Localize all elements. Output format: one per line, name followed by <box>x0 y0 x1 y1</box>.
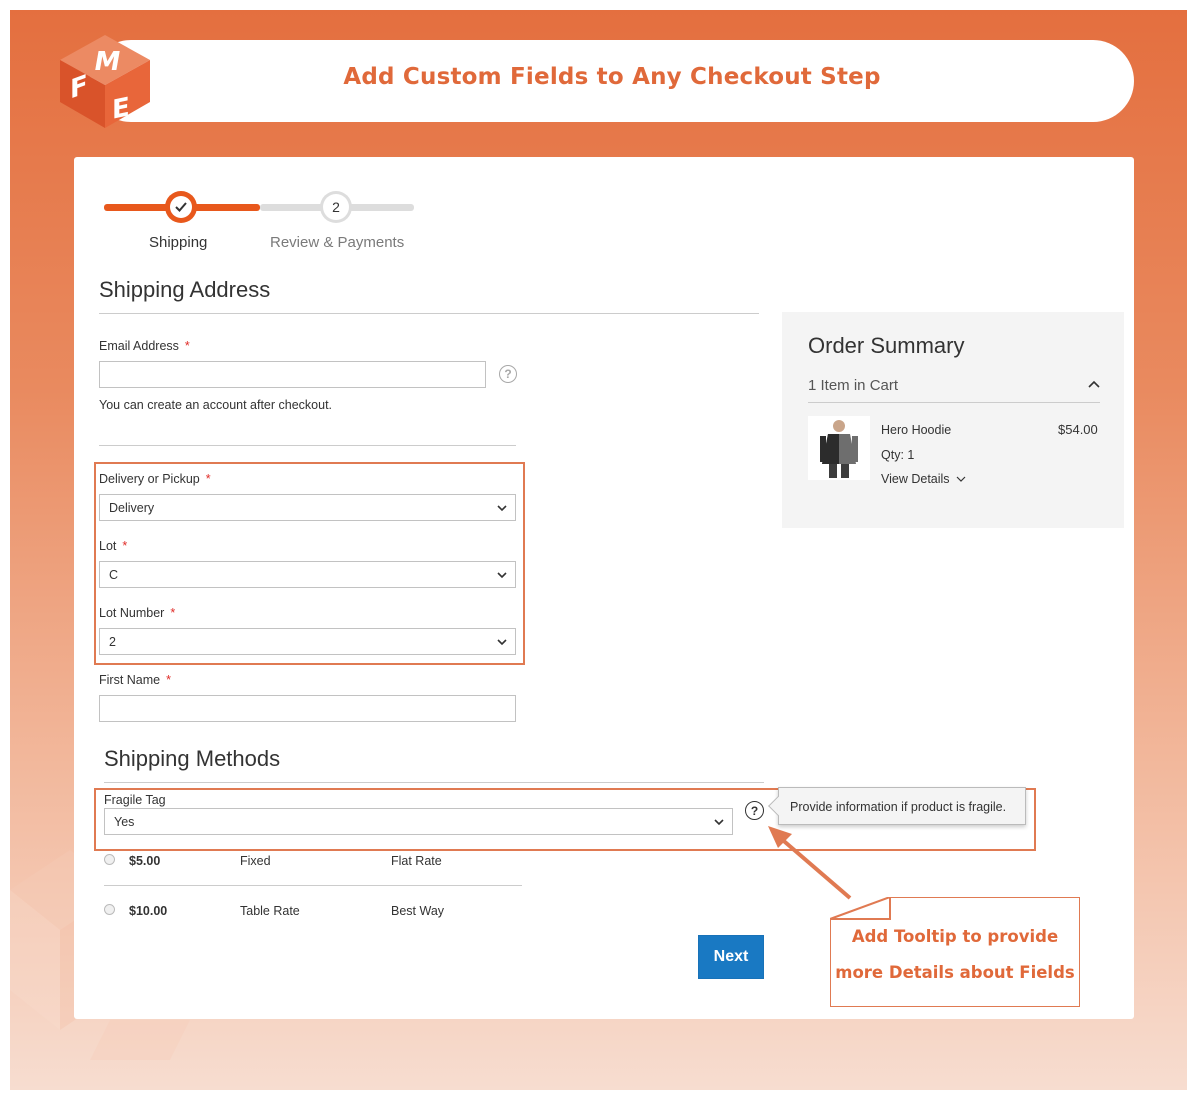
lot-number-value: 2 <box>109 635 116 649</box>
step-number: 2 <box>323 194 349 220</box>
chevron-down-icon <box>497 572 507 579</box>
next-button[interactable]: Next <box>698 935 764 979</box>
help-icon[interactable]: ? <box>745 801 764 820</box>
callout-line-2: more Details about Fields <box>835 963 1075 982</box>
shipping-address-title: Shipping Address <box>99 277 271 302</box>
shipping-methods-title: Shipping Methods <box>104 746 281 771</box>
tooltip-callout: Add Tooltip to provide more Details abou… <box>830 897 1080 1007</box>
first-name-label: First Name * <box>99 673 171 687</box>
summary-divider <box>808 402 1100 403</box>
view-details-label: View Details <box>881 472 950 486</box>
email-field[interactable] <box>99 361 486 388</box>
lot-label: Lot * <box>99 539 128 553</box>
step-label-shipping[interactable]: Shipping <box>149 234 207 251</box>
rate-price: $5.00 <box>129 854 161 868</box>
rate-radio[interactable] <box>104 854 115 865</box>
step-shipping-marker[interactable] <box>165 191 197 223</box>
delivery-label: Delivery or Pickup * <box>99 472 211 486</box>
section-divider <box>99 313 759 314</box>
lot-number-select[interactable]: 2 <box>99 628 516 655</box>
product-qty: Qty: 1 <box>881 448 915 462</box>
email-label: Email Address * <box>99 339 190 353</box>
banner-title: Add Custom Fields to Any Checkout Step <box>343 64 881 90</box>
order-summary-title: Order Summary <box>808 333 965 358</box>
fragile-tag-select[interactable]: Yes <box>104 808 733 835</box>
page-background: Add Custom Fields to Any Checkout Step F… <box>10 10 1187 1090</box>
tooltip-text: Provide information if product is fragil… <box>790 800 1007 814</box>
cart-count[interactable]: 1 Item in Cart <box>808 377 898 394</box>
chevron-up-icon[interactable] <box>1088 380 1100 388</box>
order-summary: Order Summary 1 Item in Cart Hero Hoodie… <box>782 312 1124 528</box>
section-divider <box>104 782 764 783</box>
form-divider <box>99 445 516 446</box>
lot-number-label: Lot Number * <box>99 606 176 620</box>
product-name: Hero Hoodie <box>881 423 952 437</box>
step-label-review-payments[interactable]: Review & Payments <box>270 234 404 251</box>
rate-divider <box>104 885 522 886</box>
product-thumbnail <box>808 416 870 480</box>
lot-select[interactable]: C <box>99 561 516 588</box>
checkout-progress: 2 Shipping Review & Payments <box>102 187 422 257</box>
callout-line-1: Add Tooltip to provide <box>851 927 1059 946</box>
rate-method: Table Rate <box>240 904 300 918</box>
delivery-value: Delivery <box>109 501 155 515</box>
svg-text:M: M <box>92 47 123 77</box>
checkmark-icon <box>175 202 187 212</box>
chevron-down-icon <box>497 639 507 646</box>
chevron-down-icon <box>497 505 507 512</box>
fragile-tag-value: Yes <box>114 815 135 829</box>
email-note: You can create an account after checkout… <box>99 398 333 412</box>
step-review-marker[interactable]: 2 <box>320 191 352 223</box>
rate-carrier: Flat Rate <box>391 854 442 868</box>
rate-radio[interactable] <box>104 904 115 915</box>
header-banner: Add Custom Fields to Any Checkout Step <box>90 40 1134 122</box>
delivery-select[interactable]: Delivery <box>99 494 516 521</box>
first-name-field[interactable] <box>99 695 516 722</box>
chevron-down-icon <box>956 476 966 482</box>
product-price: $54.00 <box>1058 422 1098 437</box>
view-details-toggle[interactable]: View Details <box>881 472 966 486</box>
fragile-tag-label: Fragile Tag <box>104 793 166 807</box>
fme-logo: F M E <box>60 35 150 128</box>
lot-value: C <box>109 568 119 582</box>
chevron-down-icon <box>714 819 724 826</box>
help-icon[interactable]: ? <box>499 365 517 383</box>
rate-method: Fixed <box>240 854 271 868</box>
fragile-tooltip: Provide information if product is fragil… <box>768 787 1026 825</box>
callout-arrow <box>768 826 852 900</box>
rate-carrier: Best Way <box>391 904 445 918</box>
svg-text:E: E <box>112 92 130 125</box>
checkout-card: 2 Shipping Review & Payments Shipping Ad… <box>74 157 1134 1019</box>
rate-price: $10.00 <box>129 904 168 918</box>
hoodie-image <box>820 420 858 478</box>
